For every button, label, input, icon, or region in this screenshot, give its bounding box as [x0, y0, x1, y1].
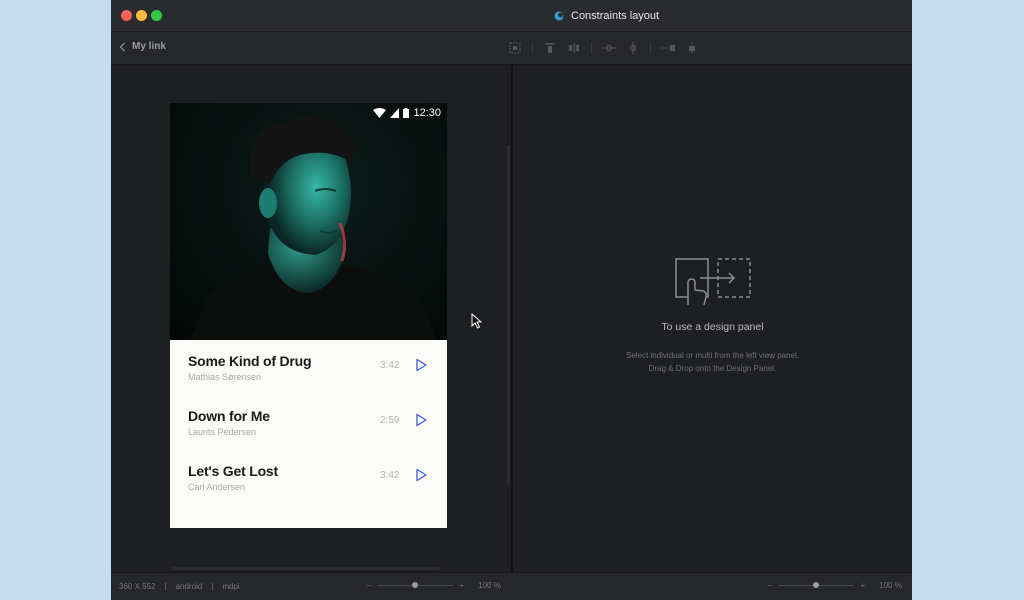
- align-top-icon: [545, 43, 555, 53]
- artist-photo: 12:30: [170, 103, 447, 340]
- chevron-left-icon: [119, 42, 125, 51]
- back-link[interactable]: My link: [119, 41, 166, 52]
- info-separator: |: [164, 582, 167, 591]
- view-panel: 12:30 Some Kind of Drug Mathias Sørensen…: [111, 65, 511, 572]
- vertical-constraint-icon: [689, 42, 695, 54]
- zoom-level: 100 %: [879, 581, 902, 590]
- info-separator: |: [211, 582, 214, 591]
- song-title: Let's Get Lost: [188, 463, 278, 479]
- app-window: Constraints layout My link 12:30 Some Ki…: [111, 0, 912, 600]
- vertical-constraint-button[interactable]: [684, 40, 700, 56]
- horizontal-constraint-icon: [661, 45, 675, 51]
- device-info: 360 X 552 | android | mdpi: [119, 582, 240, 591]
- window-title-group: Constraints layout: [554, 8, 659, 24]
- design-panel-empty-state: To use a design panel Select individual …: [513, 257, 912, 375]
- play-icon[interactable]: [414, 413, 428, 427]
- song-row[interactable]: Let's Get Lost Carl Andersen 3:42: [170, 460, 447, 515]
- horizontal-scrollbar[interactable]: [171, 567, 441, 570]
- status-time: 12:30: [413, 107, 441, 119]
- play-icon[interactable]: [414, 468, 428, 482]
- song-title: Down for Me: [188, 408, 270, 424]
- song-row[interactable]: Some Kind of Drug Mathias Sørensen 3:42: [170, 350, 447, 405]
- zoom-out-button[interactable]: –: [367, 581, 371, 590]
- device-density: mdpi: [222, 582, 240, 591]
- cellular-signal-icon: [390, 108, 400, 118]
- play-icon[interactable]: [414, 358, 428, 372]
- zoom-slider-knob[interactable]: [813, 582, 820, 588]
- wifi-icon: [373, 108, 387, 118]
- vertical-scrollbar[interactable]: [507, 145, 510, 485]
- zoom-slider-knob[interactable]: [412, 582, 419, 588]
- window-title: Constraints layout: [571, 10, 660, 22]
- minimize-window-button[interactable]: [136, 10, 147, 21]
- zoom-slider[interactable]: [377, 582, 454, 588]
- zoom-out-button[interactable]: –: [768, 581, 772, 590]
- zoom-in-button[interactable]: +: [860, 581, 865, 590]
- zoom-in-button[interactable]: +: [459, 581, 464, 590]
- device-platform: android: [175, 582, 203, 591]
- device-dimensions: 360 X 552: [119, 582, 156, 591]
- artist-portrait-image: [190, 118, 435, 340]
- zoom-level: 100 %: [478, 581, 501, 590]
- song-artist: Laurits Pedersen: [188, 427, 257, 437]
- alignment-tools: [507, 40, 708, 56]
- align-top-button[interactable]: [542, 40, 558, 56]
- toolbar: My link: [111, 32, 912, 65]
- song-list: Some Kind of Drug Mathias Sørensen 3:42 …: [170, 340, 447, 515]
- distribute-vertical-button[interactable]: [625, 40, 641, 56]
- design-panel-line-1: Select individual or multi from the left…: [626, 351, 799, 360]
- select-frame-icon: [509, 42, 521, 54]
- left-zoom-control: – + 100 %: [367, 581, 501, 590]
- distribute-horizontal-button[interactable]: [601, 40, 617, 56]
- zoom-slider[interactable]: [778, 582, 855, 588]
- phone-status-bar: 12:30: [373, 107, 441, 119]
- song-row[interactable]: Down for Me Laurits Pedersen 2:59: [170, 405, 447, 460]
- toolbar-divider: [532, 42, 533, 54]
- right-zoom-control: – + 100 %: [768, 581, 902, 590]
- song-artist: Mathias Sørensen: [188, 372, 262, 382]
- design-panel-description: Select individual or multi from the left…: [513, 349, 912, 375]
- design-panel-line-2: Drag & Drop onto the Design Panel.: [648, 364, 777, 373]
- toolbar-divider: [591, 42, 592, 54]
- close-window-button[interactable]: [121, 10, 132, 21]
- align-center-icon: [569, 43, 579, 53]
- distribute-vertical-icon: [629, 42, 637, 54]
- song-title: Some Kind of Drug: [188, 353, 312, 369]
- design-panel-title: To use a design panel: [661, 321, 764, 333]
- song-duration: 3:42: [380, 360, 400, 371]
- maximize-window-button[interactable]: [151, 10, 162, 21]
- distribute-horizontal-icon: [602, 44, 616, 52]
- horizontal-constraint-button[interactable]: [660, 40, 676, 56]
- toolbar-divider: [650, 42, 651, 54]
- phone-preview: 12:30 Some Kind of Drug Mathias Sørensen…: [170, 103, 447, 528]
- design-panel: To use a design panel Select individual …: [513, 65, 912, 572]
- song-duration: 3:42: [380, 470, 400, 481]
- title-bar: Constraints layout: [111, 0, 912, 32]
- app-logo-icon: [554, 11, 564, 21]
- song-duration: 2:59: [380, 415, 400, 426]
- select-frame-button[interactable]: [507, 40, 523, 56]
- drag-drop-illustration-icon: [674, 258, 751, 306]
- align-center-button[interactable]: [566, 40, 582, 56]
- status-bar: 360 X 552 | android | mdpi – + 100 % – +…: [111, 572, 912, 600]
- mouse-cursor-icon: [471, 313, 482, 329]
- back-link-label: My link: [132, 41, 166, 52]
- battery-icon: [403, 108, 410, 118]
- song-artist: Carl Andersen: [188, 482, 246, 492]
